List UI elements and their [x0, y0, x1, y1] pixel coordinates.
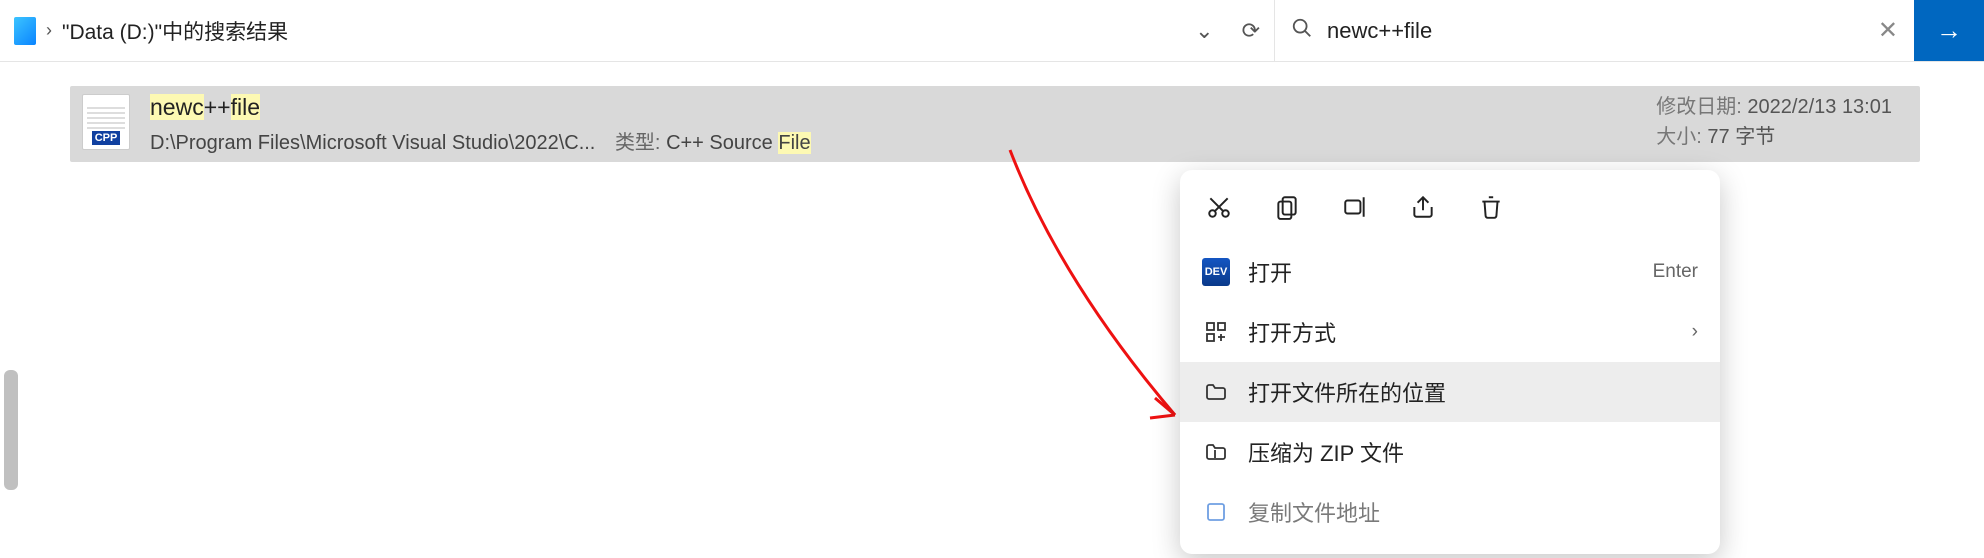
- results-area: CPP newc++file D:\Program Files\Microsof…: [0, 62, 1984, 162]
- result-right-meta: 修改日期: 2022/2/13 13:01 大小: 77 字节: [1656, 92, 1892, 152]
- menu-copy-path[interactable]: 复制文件地址: [1180, 482, 1720, 542]
- result-row[interactable]: CPP newc++file D:\Program Files\Microsof…: [70, 86, 1920, 162]
- chevron-right-icon[interactable]: ›: [46, 20, 52, 41]
- menu-open[interactable]: DEV 打开 Enter: [1180, 242, 1720, 302]
- drive-icon: [14, 17, 36, 45]
- chevron-right-icon: ›: [1692, 321, 1698, 343]
- file-meta: D:\Program Files\Microsoft Visual Studio…: [150, 126, 811, 155]
- copy-path-icon: [1202, 498, 1230, 526]
- result-text: newc++file D:\Program Files\Microsoft Vi…: [150, 94, 811, 155]
- context-menu: DEV 打开 Enter 打开方式 › 打开文件所在的位置 压缩为 ZIP 文件…: [1180, 170, 1720, 554]
- menu-compress-zip[interactable]: 压缩为 ZIP 文件: [1180, 422, 1720, 482]
- menu-open-with[interactable]: 打开方式 ›: [1180, 302, 1720, 362]
- search-icon: [1291, 17, 1313, 45]
- cut-icon[interactable]: [1202, 190, 1236, 224]
- clear-search-icon[interactable]: ✕: [1878, 16, 1898, 45]
- history-dropdown-icon[interactable]: ⌄: [1195, 18, 1213, 44]
- search-box[interactable]: ✕: [1274, 0, 1914, 61]
- zip-icon: [1202, 438, 1230, 466]
- delete-icon[interactable]: [1474, 190, 1508, 224]
- search-go-button[interactable]: →: [1914, 0, 1984, 61]
- scrollbar-thumb[interactable]: [4, 370, 18, 490]
- file-name: newc++file: [150, 94, 811, 122]
- top-bar: › "Data (D:)"中的搜索结果 ⌄ ⟳ ✕ →: [0, 0, 1984, 62]
- context-toolbar: [1180, 182, 1720, 242]
- folder-icon: [1202, 378, 1230, 406]
- search-input[interactable]: [1327, 18, 1864, 44]
- rename-icon[interactable]: [1338, 190, 1372, 224]
- file-thumbnail: CPP: [82, 94, 130, 150]
- refresh-icon[interactable]: ⟳: [1242, 18, 1260, 44]
- shortcut-hint: Enter: [1653, 261, 1698, 283]
- file-size: 77 字节: [1707, 126, 1775, 148]
- address-bar[interactable]: › "Data (D:)"中的搜索结果 ⌄ ⟳: [0, 0, 1274, 61]
- copy-icon[interactable]: [1270, 190, 1304, 224]
- share-icon[interactable]: [1406, 190, 1440, 224]
- modified-date: 2022/2/13 13:01: [1747, 96, 1892, 118]
- menu-open-location[interactable]: 打开文件所在的位置: [1180, 362, 1720, 422]
- file-path: D:\Program Files\Microsoft Visual Studio…: [150, 132, 595, 154]
- devcpp-icon: DEV: [1202, 258, 1230, 286]
- cpp-badge-icon: CPP: [92, 131, 121, 145]
- open-with-icon: [1202, 318, 1230, 346]
- address-text: "Data (D:)"中的搜索结果: [62, 16, 288, 46]
